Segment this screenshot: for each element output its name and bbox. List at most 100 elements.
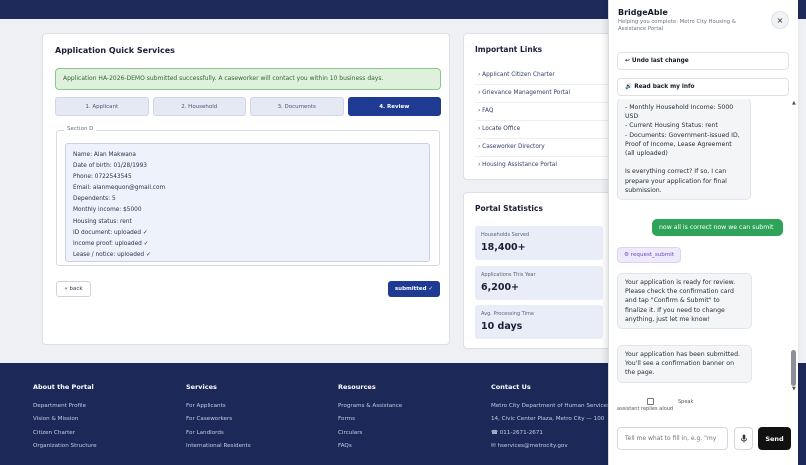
link-divider — [475, 120, 615, 121]
contact-department: Metro City Department of Human Services — [491, 403, 610, 409]
stat-label: Applications This Year — [481, 272, 536, 278]
link-caseworker-directory[interactable]: › Caseworker Directory — [478, 144, 545, 150]
stat-label: Avg. Processing Time — [481, 311, 534, 317]
step-household[interactable]: 2. Household — [152, 97, 246, 116]
footer-link[interactable]: For Landlords — [186, 427, 251, 440]
footer-heading: Contact Us — [491, 383, 531, 391]
link-locate-office[interactable]: › Locate Office — [478, 126, 520, 132]
scroll-down-icon[interactable]: ▼ — [792, 386, 796, 392]
footer-link[interactable]: Programs & Assistance — [338, 400, 402, 413]
message-line: the page. — [625, 369, 655, 377]
message-line: - Documents: Government-issued ID, — [625, 131, 740, 139]
stat-processing-time: Avg. Processing Time 10 days — [475, 305, 603, 339]
summary-email: Email: alanmequon@gmail.com — [73, 185, 166, 192]
scrollbar-thumb[interactable] — [791, 350, 796, 386]
stepper: 1. Applicant 2. Household 3. Documents 4… — [55, 97, 441, 116]
step-applicant[interactable]: 1. Applicant — [55, 97, 149, 116]
link-housing-portal[interactable]: › Housing Assistance Portal — [478, 162, 557, 168]
links-title: Important Links — [475, 45, 543, 54]
scroll-up-icon[interactable]: ▲ — [792, 100, 796, 106]
chat-title: BridgeAble — [618, 8, 668, 17]
assistant-message: Your application has been submitted. You… — [617, 345, 752, 383]
contact-phone: ☎ 011-2671-2671 — [491, 429, 543, 436]
footer-column-contact: Contact Us Metro City Department of Huma… — [491, 383, 610, 454]
message-line — [625, 158, 743, 167]
message-line: You'll see a confirmation banner on — [625, 360, 734, 368]
step-documents[interactable]: 3. Documents — [250, 97, 344, 116]
footer-column-about: About the Portal Department Profile Visi… — [33, 383, 97, 454]
message-line: finalize it. If you need to change — [625, 306, 725, 314]
undo-last-change-button[interactable]: ↩ Undo last change — [617, 52, 789, 70]
stat-label: Households Served — [481, 232, 530, 238]
stat-households: Households Served 18,400+ — [475, 226, 603, 260]
chat-scrollbar[interactable]: ▲ ▼ — [791, 100, 797, 392]
footer-heading: Services — [186, 383, 217, 391]
important-links-card: Important Links › Applicant Citizen Char… — [463, 33, 618, 180]
link-divider — [475, 84, 615, 85]
summary-id-doc: ID document: uploaded ✓ — [73, 229, 148, 236]
message-line: Is everything correct? If so, I can — [625, 168, 727, 176]
submitted-button[interactable]: submitted ✓ — [388, 281, 440, 297]
footer-link[interactable]: For Caseworkers — [186, 413, 251, 426]
summary-income-proof: Income proof: uploaded ✓ — [73, 240, 149, 247]
summary-lease: Lease / notice: uploaded ✓ — [73, 251, 151, 258]
summary-dob: Date of birth: 01/28/1993 — [73, 163, 147, 170]
summary-phone: Phone: 0722543545 — [73, 174, 132, 181]
speak-hint: assistant replies aloud — [617, 406, 674, 412]
message-line: Your application has been submitted. — [625, 351, 740, 358]
link-divider — [475, 156, 615, 157]
close-icon[interactable]: × — [771, 11, 789, 29]
footer-link[interactable]: Forms — [338, 413, 402, 426]
link-divider — [475, 138, 615, 139]
message-line: - Current Housing Status: rent — [625, 122, 718, 130]
application-card: Application Quick Services Application H… — [42, 33, 450, 345]
chat-message-input[interactable] — [617, 427, 728, 450]
summary-housing: Housing status: rent — [73, 218, 132, 225]
microphone-button[interactable] — [734, 427, 753, 450]
footer-link[interactable]: Circulars — [338, 427, 402, 440]
send-button[interactable]: Send — [758, 427, 791, 450]
summary-dependents: Dependents: 5 — [73, 196, 116, 203]
chat-messages[interactable]: - Monthly Household Income: 5000 USD - C… — [609, 99, 798, 394]
message-line: submission. — [625, 186, 662, 194]
back-button[interactable]: « back — [56, 281, 91, 297]
message-line: USD — [625, 113, 639, 121]
speak-toggle-row: Speak assistant replies aloud — [617, 397, 797, 415]
footer-column-services: Services For Applicants For Caseworkers … — [186, 383, 251, 454]
section-label: Section D — [64, 126, 97, 132]
portal-statistics-card: Portal Statistics Households Served 18,4… — [463, 192, 618, 349]
message-line: - Monthly Household Income: 5000 — [625, 104, 734, 111]
user-message: now all is correct now we can submit — [652, 219, 783, 236]
message-line: (all uploaded) — [625, 150, 668, 158]
section-d-fieldset: Section D Name: Alan Makwana Date of bir… — [56, 126, 440, 266]
link-grievance-portal[interactable]: › Grievance Management Portal — [478, 90, 570, 96]
contact-email[interactable]: ✉ hservices@metrocity.gov — [491, 440, 610, 453]
footer-heading: About the Portal — [33, 383, 94, 391]
footer-link[interactable]: FAQs — [338, 440, 402, 453]
success-alert: Application HA-2026-DEMO submitted succe… — [55, 68, 441, 90]
message-line: Proof of Income, Lease Agreement — [625, 140, 732, 148]
read-back-info-button[interactable]: 🔊 Read back my info — [617, 78, 789, 96]
page-title: Application Quick Services — [55, 46, 175, 55]
footer-link[interactable]: Department Profile — [33, 400, 97, 413]
link-faq[interactable]: › FAQ — [478, 108, 493, 114]
footer-link[interactable]: Organization Structure — [33, 440, 97, 453]
stats-title: Portal Statistics — [475, 204, 543, 213]
stat-value: 6,200+ — [481, 282, 520, 293]
footer-link[interactable]: Vision & Mission — [33, 413, 97, 426]
stat-applications: Applications This Year 6,200+ — [475, 266, 603, 300]
footer-link[interactable]: Citizen Charter — [33, 427, 97, 440]
assistant-chat-panel: BridgeAble Helping you complete: Metro C… — [608, 0, 798, 465]
speak-checkbox[interactable] — [647, 398, 654, 405]
stat-value: 10 days — [481, 321, 523, 332]
message-line: Please check the confirmation card — [625, 288, 734, 296]
footer-heading: Resources — [338, 383, 376, 391]
footer-link[interactable]: International Residents — [186, 440, 251, 453]
message-line: anything, just let me know! — [625, 315, 711, 323]
message-line: and tap "Confirm & Submit" to — [625, 297, 720, 305]
chat-subtitle: Helping you complete: Metro City Housing… — [618, 19, 736, 32]
step-review[interactable]: 4. Review — [347, 97, 441, 116]
link-divider — [475, 102, 615, 103]
link-citizen-charter[interactable]: › Applicant Citizen Charter — [478, 72, 555, 78]
footer-link[interactable]: For Applicants — [186, 400, 251, 413]
